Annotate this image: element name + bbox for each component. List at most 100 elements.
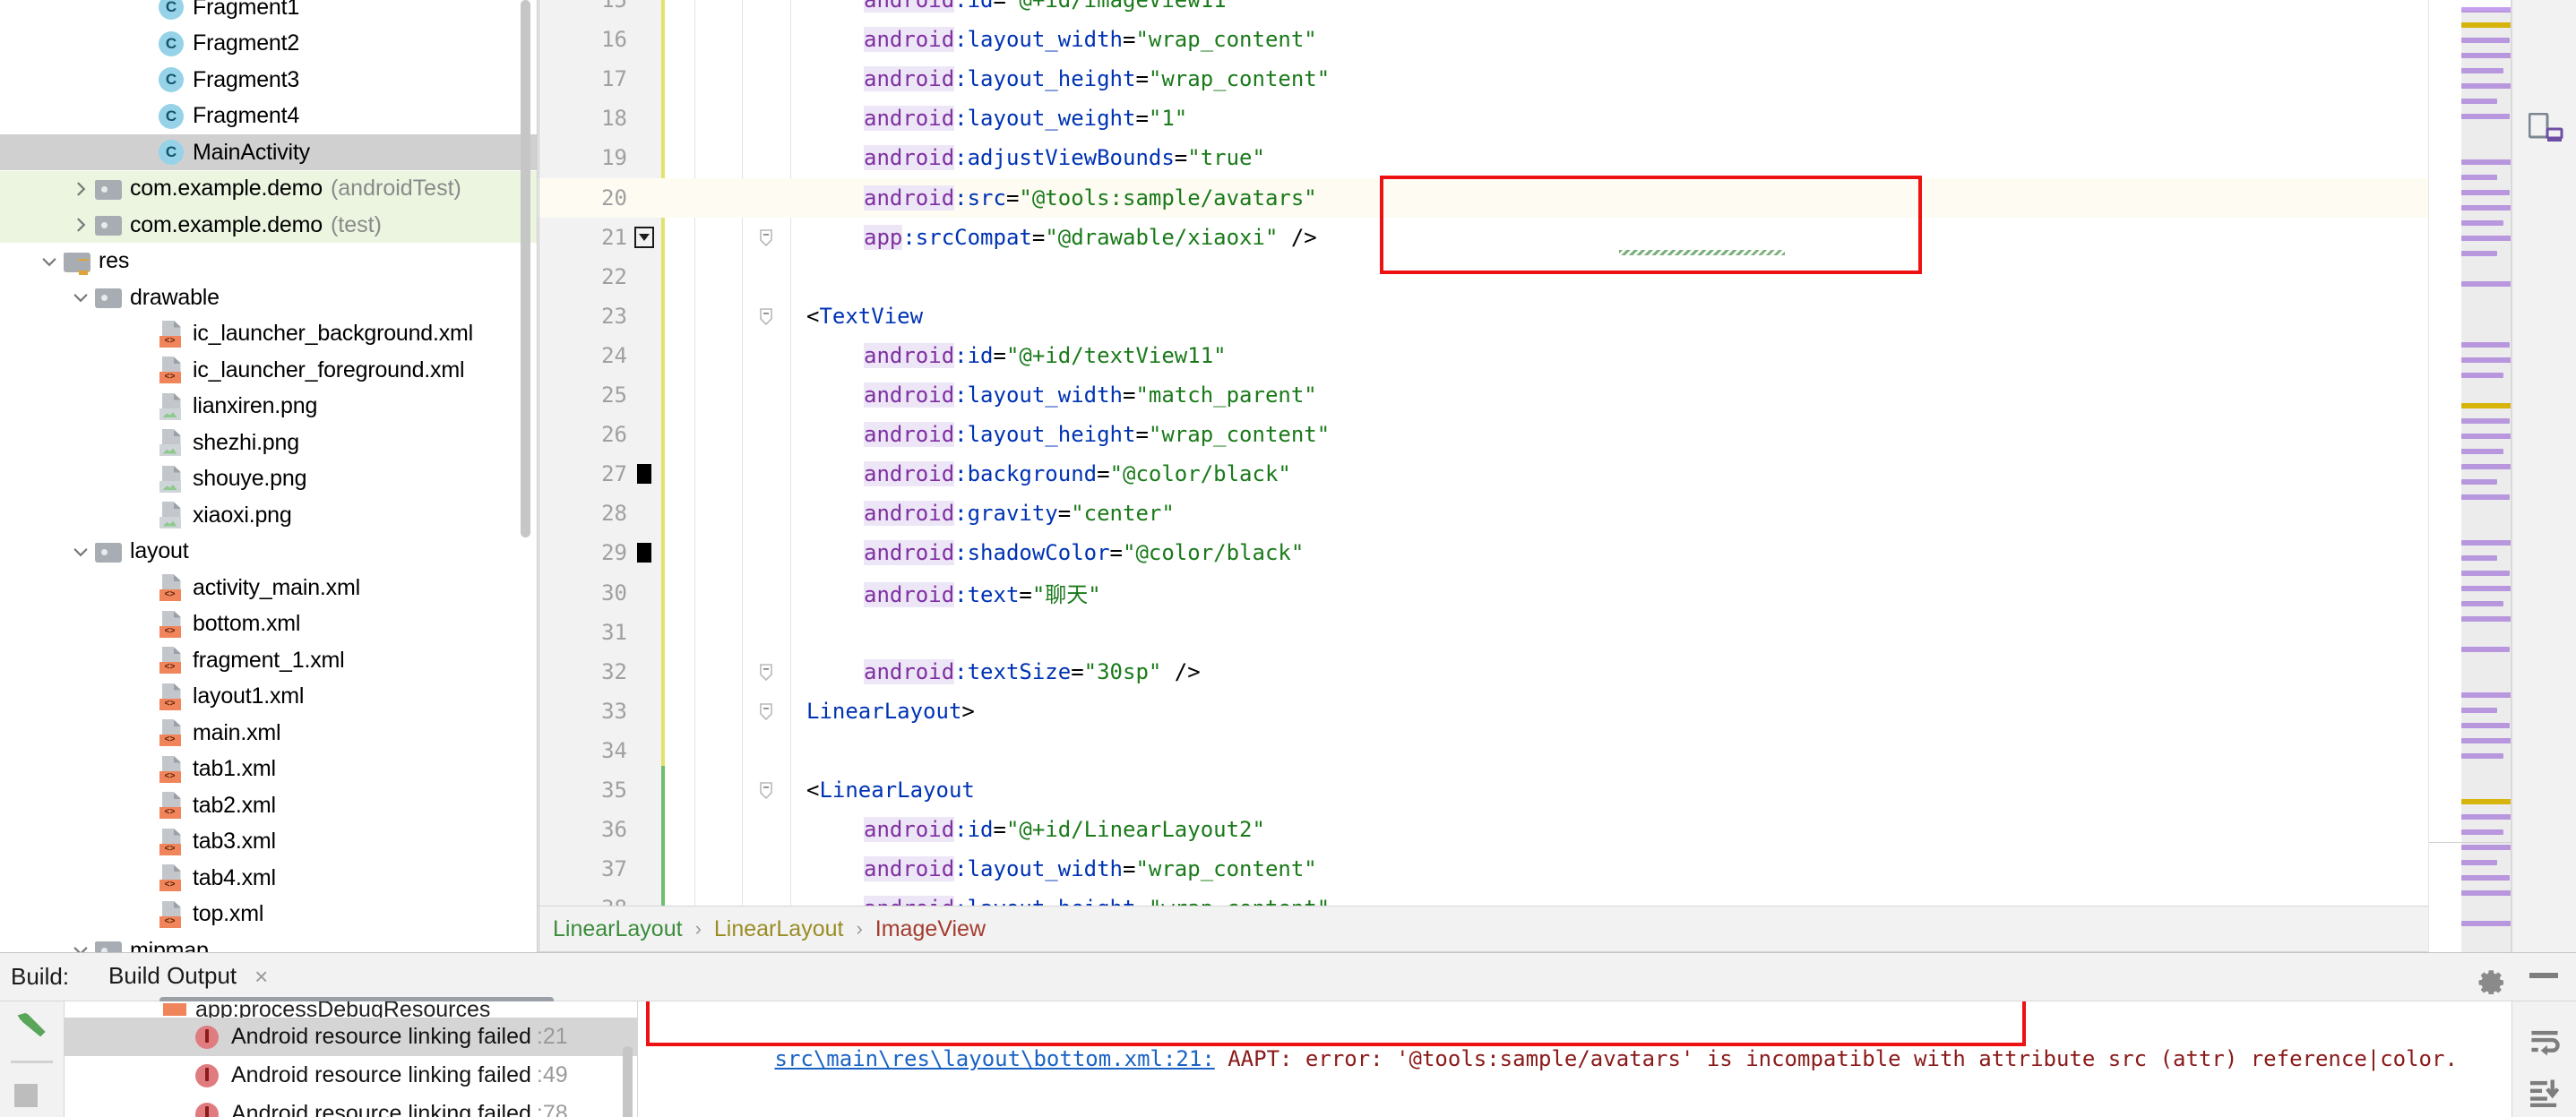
tree-item[interactable]: <> ic_launcher_foreground.xml	[0, 352, 537, 388]
project-tree-scrollbar[interactable]	[521, 0, 530, 537]
scroll-to-end-icon[interactable]	[2529, 1078, 2561, 1112]
code-line[interactable]: 21 app:srcCompat="@drawable/xiaoxi" />	[538, 218, 2428, 257]
tree-item[interactable]: C MainActivity	[0, 134, 537, 170]
minimap-viewport[interactable]	[2461, 11, 2512, 1041]
chevron-right-icon[interactable]	[68, 216, 93, 234]
code-text[interactable]: android:layout_weight="1"	[864, 106, 1187, 132]
tree-item[interactable]: layout	[0, 534, 537, 570]
tree-item[interactable]: <> bottom.xml	[0, 606, 537, 642]
tree-item[interactable]: <> tab4.xml	[0, 860, 537, 896]
tree-item[interactable]: shezhi.png	[0, 425, 537, 460]
tree-item[interactable]: drawable	[0, 279, 537, 315]
code-line[interactable]: 23 <TextView	[538, 296, 2428, 336]
code-line[interactable]: 28 android:gravity="center"	[538, 494, 2428, 533]
code-fold-marker[interactable]	[753, 701, 780, 721]
code-editor-pane[interactable]: 15 android:id="@+id/imageView11" 16 android…	[538, 0, 2428, 952]
code-content[interactable]: 15 android:id="@+id/imageView11" 16 android…	[538, 0, 2428, 906]
breadcrumb-item-0[interactable]: LinearLayout	[553, 916, 683, 942]
code-text[interactable]: <LinearLayout	[806, 778, 975, 803]
code-line[interactable]: 34	[538, 731, 2428, 770]
tree-item[interactable]: C Fragment3	[0, 62, 537, 98]
stop-build-icon[interactable]	[14, 1084, 38, 1107]
code-text[interactable]: android:id="@+id/textView11"	[864, 342, 1227, 368]
code-text[interactable]: android:layout_height="wrap_content"	[864, 896, 1330, 906]
build-panel-right-toolbar[interactable]	[2511, 1001, 2576, 1117]
tree-item[interactable]: <> activity_main.xml	[0, 570, 537, 606]
code-line[interactable]: 38 android:layout_height="wrap_content"	[538, 889, 2428, 906]
code-line[interactable]: 22	[538, 257, 2428, 296]
chevron-down-icon[interactable]	[37, 253, 62, 271]
chevron-down-icon[interactable]	[68, 288, 93, 306]
code-fold-marker[interactable]	[753, 228, 780, 247]
code-line[interactable]: 33 LinearLayout>	[538, 692, 2428, 731]
code-line[interactable]: 35 <LinearLayout	[538, 770, 2428, 810]
tree-item[interactable]: xiaoxi.png	[0, 497, 537, 533]
code-text[interactable]: android:layout_height="wrap_content"	[864, 422, 1330, 448]
chevron-right-icon[interactable]	[68, 180, 93, 198]
breadcrumb-item-1[interactable]: LinearLayout	[714, 916, 844, 942]
code-line[interactable]: 32 android:textSize="30sp" />	[538, 652, 2428, 692]
code-line[interactable]: 15 android:id="@+id/imageView11"	[538, 0, 2428, 20]
code-line[interactable]: 16 android:layout_width="wrap_content"	[538, 20, 2428, 59]
error-file-link[interactable]: src\main\res\layout\bottom.xml:21:	[775, 1046, 1215, 1071]
project-tree-pane[interactable]: C Fragment1 C Fragment2 C Fragment3 C Fragment4…	[0, 0, 538, 952]
code-line[interactable]: 27 android:background="@color/black"	[538, 454, 2428, 494]
code-line[interactable]: 31	[538, 613, 2428, 652]
code-text[interactable]: android:id="@+id/LinearLayout2"	[864, 817, 1265, 843]
code-text[interactable]: <TextView	[806, 304, 923, 329]
tree-item[interactable]: <> tab2.xml	[0, 787, 537, 823]
tree-item[interactable]: C Fragment4	[0, 99, 537, 134]
code-line[interactable]: 36 android:id="@+id/LinearLayout2"	[538, 810, 2428, 849]
tree-item[interactable]: mipmap	[0, 932, 537, 952]
build-error-row[interactable]: Android resource linking failed:49	[65, 1056, 637, 1095]
chevron-down-icon[interactable]	[68, 941, 93, 952]
tree-item[interactable]: <> tab1.xml	[0, 752, 537, 787]
tab-build-output[interactable]: Build Output	[108, 962, 237, 992]
code-line[interactable]: 29 android:shadowColor="@color/black"	[538, 533, 2428, 572]
tree-item[interactable]: <> main.xml	[0, 715, 537, 751]
build-error-row[interactable]: Android resource linking failed:21	[65, 1018, 637, 1056]
code-scroll-area[interactable]: 15 android:id="@+id/imageView11" 16 android…	[538, 0, 2428, 906]
build-panel-toolbar[interactable]	[0, 1001, 65, 1117]
code-text[interactable]: android:layout_width="wrap_content"	[864, 856, 1317, 882]
tree-item[interactable]: com.example.demo (test)	[0, 207, 537, 243]
gear-icon[interactable]	[2476, 964, 2506, 999]
tree-item[interactable]: shouye.png	[0, 461, 537, 497]
breadcrumb[interactable]: LinearLayout › LinearLayout › ImageView	[538, 906, 2428, 952]
code-line[interactable]: 19 android:adjustViewBounds="true"	[538, 138, 2428, 177]
code-text[interactable]: android:layout_width="wrap_content"	[864, 27, 1317, 53]
code-line[interactable]: 17 android:layout_height="wrap_content"	[538, 59, 2428, 99]
code-text[interactable]: android:layout_height="wrap_content"	[864, 66, 1330, 92]
code-text[interactable]: android:src="@tools:sample/avatars"	[864, 185, 1317, 211]
tree-item[interactable]: <> tab3.xml	[0, 824, 537, 860]
code-line[interactable]: 26 android:layout_height="wrap_content"	[538, 415, 2428, 454]
soft-wrap-icon[interactable]	[2529, 1028, 2561, 1061]
editor-minimap[interactable]	[2428, 0, 2522, 1078]
code-fold-marker[interactable]	[753, 780, 780, 800]
preview-device-icon[interactable]	[2528, 112, 2564, 150]
tree-item[interactable]: C Fragment1	[0, 0, 537, 25]
code-line[interactable]: 37 android:layout_width="wrap_content"	[538, 849, 2428, 889]
code-line[interactable]: 25 android:layout_width="match_parent"	[538, 375, 2428, 415]
code-text[interactable]: android:adjustViewBounds="true"	[864, 145, 1265, 171]
tree-item[interactable]: <> fragment_1.xml	[0, 642, 537, 678]
rebuild-hammer-icon[interactable]	[13, 1010, 52, 1054]
code-text[interactable]: android:textSize="30sp" />	[864, 658, 1201, 684]
code-text[interactable]: android:gravity="center"	[864, 501, 1175, 527]
tree-item[interactable]: res	[0, 244, 537, 279]
code-line[interactable]: 24 android:id="@+id/textView11"	[538, 336, 2428, 375]
tree-item[interactable]: lianxiren.png	[0, 389, 537, 425]
build-error-detail[interactable]: src\main\res\layout\bottom.xml:21: AAPT:…	[638, 1001, 2511, 1117]
build-error-list[interactable]: app:processDebugResources Android resour…	[65, 1001, 638, 1117]
code-line[interactable]: 18 android:layout_weight="1"	[538, 99, 2428, 138]
tree-item[interactable]: com.example.demo (androidTest)	[0, 170, 537, 207]
tree-item[interactable]: <> ic_launcher_background.xml	[0, 316, 537, 352]
chevron-down-icon[interactable]	[68, 543, 93, 561]
minimize-panel-icon[interactable]	[2529, 973, 2558, 978]
code-fold-marker[interactable]	[753, 662, 780, 682]
code-text[interactable]: android:shadowColor="@color/black"	[864, 540, 1304, 566]
tree-item[interactable]: <> layout1.xml	[0, 679, 537, 715]
build-error-list-scrollbar[interactable]	[623, 1046, 633, 1117]
editor-right-toolbar[interactable]	[2511, 0, 2576, 952]
build-error-row[interactable]: Android resource linking failed:78	[65, 1095, 637, 1117]
